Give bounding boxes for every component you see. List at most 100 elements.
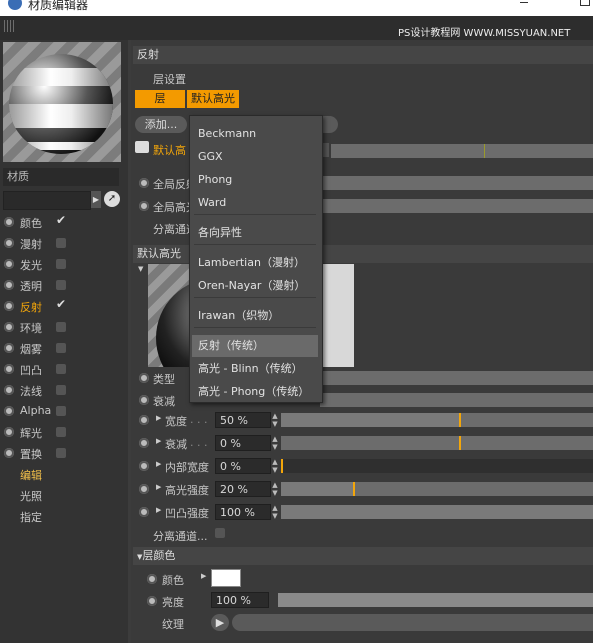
- color-radio[interactable]: [147, 574, 157, 584]
- menu-item[interactable]: 反射（传统）: [192, 335, 318, 357]
- menu-item[interactable]: Lambertian（漫射）: [198, 252, 305, 274]
- param-radio[interactable]: [139, 415, 149, 425]
- channel-checkbox[interactable]: [56, 385, 66, 395]
- channel-item[interactable]: 反射 ✔: [4, 296, 124, 316]
- channel-checkbox[interactable]: [56, 343, 66, 353]
- global-highlight-bar[interactable]: [320, 199, 593, 213]
- param-slider[interactable]: [281, 436, 593, 450]
- menu-item[interactable]: 高光 - Blinn（传统）: [198, 358, 303, 380]
- color-swatch[interactable]: [211, 569, 241, 587]
- param-spinner[interactable]: ▲ ▼: [271, 458, 279, 474]
- channel-radio[interactable]: [4, 301, 14, 311]
- texture-arrow-button[interactable]: ▶: [211, 614, 229, 631]
- global-reflect-bar[interactable]: [320, 176, 593, 190]
- brightness-radio[interactable]: [147, 596, 157, 606]
- type-radio[interactable]: [139, 373, 149, 383]
- add-layer-button[interactable]: 添加...: [135, 116, 187, 133]
- channel-radio[interactable]: [4, 217, 14, 227]
- param-radio[interactable]: [139, 507, 149, 517]
- param-value-field[interactable]: 0 %: [215, 435, 271, 451]
- material-name-field[interactable]: [3, 191, 91, 210]
- channel-radio[interactable]: [4, 343, 14, 353]
- attenuation-radio[interactable]: [139, 395, 149, 405]
- global-reflect-radio[interactable]: [139, 178, 149, 188]
- param-slider[interactable]: [281, 505, 593, 519]
- channel-checkbox[interactable]: [56, 280, 66, 290]
- collapse-triangle-icon[interactable]: ▼: [138, 265, 143, 273]
- type-select[interactable]: [320, 371, 593, 385]
- eye-icon[interactable]: [135, 141, 149, 153]
- tab-default-highlight[interactable]: 默认高光: [187, 90, 239, 108]
- param-value-field[interactable]: 0 %: [215, 458, 271, 474]
- channel-item[interactable]: 烟雾: [4, 338, 124, 358]
- param-slider[interactable]: [281, 413, 593, 427]
- channel-radio[interactable]: [4, 427, 14, 437]
- menu-item[interactable]: 各向异性: [198, 222, 242, 244]
- channel-checkbox[interactable]: ✔: [56, 213, 66, 227]
- menu-item[interactable]: Ward: [198, 192, 226, 214]
- minimize-icon[interactable]: [520, 2, 528, 3]
- maximize-icon[interactable]: [580, 0, 590, 6]
- param-spinner[interactable]: ▲ ▼: [271, 481, 279, 497]
- channel-radio[interactable]: [4, 448, 14, 458]
- channel-radio[interactable]: [4, 280, 14, 290]
- menu-item[interactable]: 高光 - Phong（传统）: [198, 381, 309, 403]
- channel-radio[interactable]: [4, 364, 14, 374]
- channel-checkbox[interactable]: [56, 427, 66, 437]
- param-radio[interactable]: [139, 484, 149, 494]
- channel-radio[interactable]: [4, 322, 14, 332]
- separate-pass-checkbox[interactable]: [215, 528, 225, 538]
- channel-item[interactable]: 置换: [4, 443, 124, 463]
- channel-item[interactable]: 辉光: [4, 422, 124, 442]
- param-radio[interactable]: [139, 461, 149, 471]
- material-preview[interactable]: [3, 42, 121, 162]
- arrow-right-icon[interactable]: ▶: [91, 191, 101, 208]
- param-value-field[interactable]: 50 %: [215, 412, 271, 428]
- param-slider[interactable]: [281, 482, 593, 496]
- channel-item[interactable]: 法线: [4, 380, 124, 400]
- param-expand-icon[interactable]: ▶: [156, 437, 161, 445]
- brightness-bar[interactable]: [278, 593, 593, 607]
- channel-item[interactable]: 凹凸: [4, 359, 124, 379]
- param-expand-icon[interactable]: ▶: [156, 414, 161, 422]
- channel-checkbox[interactable]: ✔: [56, 297, 66, 311]
- tab-layer[interactable]: 层: [135, 90, 185, 108]
- param-radio[interactable]: [139, 438, 149, 448]
- global-highlight-radio[interactable]: [139, 201, 149, 211]
- brightness-field[interactable]: 100 %: [211, 592, 269, 608]
- channel-radio[interactable]: [4, 238, 14, 248]
- channel-checkbox[interactable]: [56, 406, 66, 416]
- param-value-field[interactable]: 20 %: [215, 481, 271, 497]
- param-value-field[interactable]: 100 %: [215, 504, 271, 520]
- picker-icon[interactable]: ➚: [104, 191, 120, 207]
- attenuation-select[interactable]: [320, 393, 593, 407]
- menu-item[interactable]: Beckmann: [198, 123, 256, 145]
- menu-item[interactable]: Oren-Nayar（漫射）: [198, 275, 305, 297]
- menu-item[interactable]: Irawan（织物）: [198, 305, 279, 327]
- subitem-lighting[interactable]: 光照: [20, 488, 42, 504]
- texture-field[interactable]: [232, 614, 593, 631]
- subitem-assign[interactable]: 指定: [20, 509, 42, 525]
- param-spinner[interactable]: ▲ ▼: [271, 412, 279, 428]
- param-expand-icon[interactable]: ▶: [156, 483, 161, 491]
- channel-checkbox[interactable]: [56, 322, 66, 332]
- channel-item[interactable]: 漫射: [4, 233, 124, 253]
- color-expand-icon[interactable]: ▶: [201, 572, 206, 580]
- channel-item[interactable]: 发光: [4, 254, 124, 274]
- channel-radio[interactable]: [4, 385, 14, 395]
- channel-checkbox[interactable]: [56, 448, 66, 458]
- param-expand-icon[interactable]: ▶: [156, 460, 161, 468]
- layer-row-label[interactable]: 默认高: [153, 142, 186, 158]
- grip-icon[interactable]: [4, 20, 16, 32]
- channel-item[interactable]: 颜色 ✔: [4, 212, 124, 232]
- param-expand-icon[interactable]: ▶: [156, 506, 161, 514]
- param-spinner[interactable]: ▲ ▼: [271, 504, 279, 520]
- channel-checkbox[interactable]: [56, 259, 66, 269]
- channel-radio[interactable]: [4, 406, 14, 416]
- channel-item[interactable]: 透明: [4, 275, 124, 295]
- channel-radio[interactable]: [4, 259, 14, 269]
- param-slider[interactable]: [281, 459, 593, 473]
- channel-item[interactable]: 环境: [4, 317, 124, 337]
- layer-opacity-bar[interactable]: [331, 144, 593, 158]
- menu-item[interactable]: Phong: [198, 169, 232, 191]
